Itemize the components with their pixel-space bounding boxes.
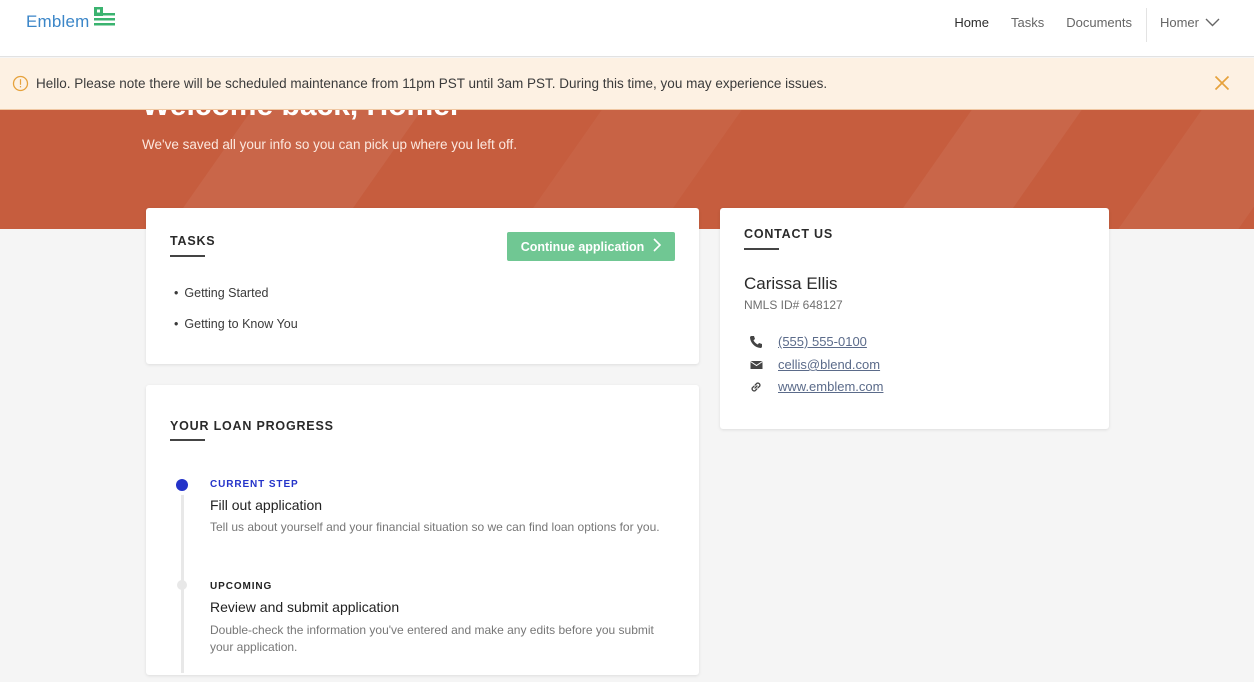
welcome-subtitle: We've saved all your info so you can pic… [142,137,518,152]
chevron-down-icon [1199,15,1220,30]
contact-card: CONTACT US Carissa Ellis NMLS ID# 648127… [720,208,1109,429]
email-icon [748,360,764,370]
nav-documents-link[interactable]: Documents [1066,15,1132,30]
upcoming-step-dot [177,580,187,590]
chevron-right-icon [644,238,662,255]
user-menu[interactable]: Homer [1160,15,1220,30]
heading-underline [170,255,205,257]
logo-text: Emblem [26,11,90,31]
heading-underline [170,439,205,441]
hero-decoration [1118,110,1254,229]
logo[interactable]: Emblem [26,7,117,32]
maintenance-banner: Hello. Please note there will be schedul… [0,58,1254,110]
nav-links: Home Tasks Documents Homer [954,0,1254,44]
step-title-review-and-submit: Review and submit application [210,599,400,615]
step-title-fill-out-application: Fill out application [210,497,323,513]
user-name: Homer [1159,14,1199,30]
phone-icon [748,335,764,349]
current-step-label: CURRENT STEP [210,479,299,490]
contact-heading: CONTACT US [744,227,834,241]
close-icon[interactable] [1214,75,1230,94]
contact-email-link[interactable]: cellis@blend.com [778,357,880,372]
progress-timeline [181,483,184,673]
contact-nmls-id: NMLS ID# 648127 [744,298,843,312]
tasks-card: TASKS Continue application Getting Start… [146,208,699,364]
banner-message: Hello. Please note there will be schedul… [36,76,828,91]
step-description: Tell us about yourself and your financia… [210,520,660,534]
contact-email-row: cellis@blend.com [748,357,880,372]
task-item-getting-to-know-you[interactable]: Getting to Know You [174,317,297,331]
loan-progress-card: YOUR LOAN PROGRESS CURRENT STEP Fill out… [146,385,699,675]
tasks-heading: TASKS [170,234,216,248]
contact-name: Carissa Ellis [744,274,838,293]
warning-circle-icon [12,75,29,92]
task-item-getting-started[interactable]: Getting Started [174,286,268,300]
nav-home-link[interactable]: Home [954,15,989,30]
current-step-dot [176,479,188,491]
nav-tasks-link[interactable]: Tasks [1011,15,1044,30]
logo-flag-icon [93,5,117,32]
contact-website-row: www.emblem.com [748,379,883,394]
continue-application-button[interactable]: Continue application [507,232,675,261]
step-description: Double-check the information you've ente… [210,623,654,654]
contact-phone-row: (555) 555-0100 [748,334,867,349]
loan-progress-heading: YOUR LOAN PROGRESS [170,419,334,433]
nav-divider [1145,8,1147,42]
welcome-title: Welcome back, Homer [142,110,462,123]
top-navbar: Emblem Home Tasks Documents Homer [0,0,1254,57]
contact-phone-link[interactable]: (555) 555-0100 [778,334,867,349]
continue-button-label: Continue application [520,239,645,254]
contact-website-link[interactable]: www.emblem.com [778,379,883,394]
heading-underline [744,248,779,250]
link-icon [748,380,764,394]
upcoming-step-label: UPCOMING [210,581,273,592]
